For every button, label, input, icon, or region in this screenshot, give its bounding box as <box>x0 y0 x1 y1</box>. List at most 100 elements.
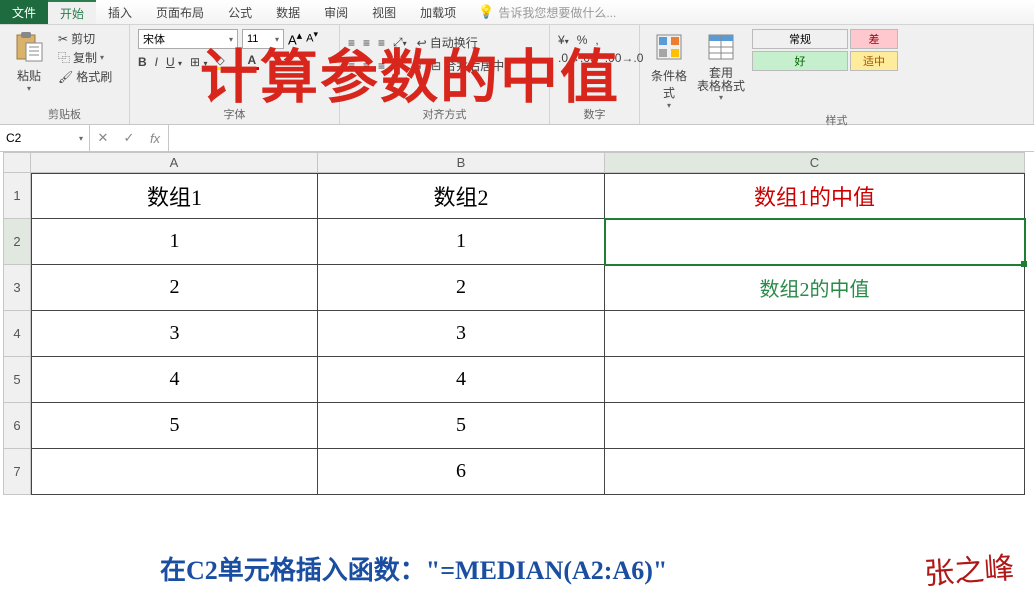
merge-icon: ⊟ <box>431 59 441 73</box>
tab-home[interactable]: 开始 <box>48 0 96 24</box>
fill-color-button[interactable]: ◇▾ <box>215 53 229 70</box>
cell-selected[interactable] <box>605 219 1025 265</box>
fx-icon[interactable]: fx <box>142 131 168 146</box>
cell[interactable]: 6 <box>318 449 605 495</box>
tab-data[interactable]: 数据 <box>264 0 312 24</box>
cell[interactable]: 3 <box>31 311 318 357</box>
accept-formula-icon[interactable]: ✓ <box>116 130 142 146</box>
cell[interactable]: 5 <box>318 403 605 449</box>
cell[interactable]: 数组2的中值 <box>605 265 1025 311</box>
comma-icon[interactable]: , <box>595 33 598 47</box>
cell[interactable] <box>31 449 318 495</box>
align-bottom-icon[interactable]: ≡ <box>378 36 385 50</box>
font-size-select[interactable]: 11▾ <box>242 29 284 49</box>
row-header[interactable]: 3 <box>3 265 31 311</box>
inc-decimal-icon[interactable]: .0→.00 <box>558 51 597 65</box>
row-header[interactable]: 6 <box>3 403 31 449</box>
cell[interactable]: 3 <box>318 311 605 357</box>
copy-icon: ⿻ <box>58 49 70 66</box>
italic-button[interactable]: I <box>155 55 158 69</box>
style-bad[interactable]: 差 <box>850 29 898 49</box>
border-button[interactable]: ⊞ ▾ <box>190 55 207 69</box>
cell[interactable]: 数组1 <box>31 173 318 219</box>
row-header[interactable]: 5 <box>3 357 31 403</box>
cell[interactable] <box>605 357 1025 403</box>
indent-inc-icon[interactable]: ⇥ <box>411 59 421 73</box>
align-left-icon[interactable]: ≡ <box>348 59 355 73</box>
tab-formula[interactable]: 公式 <box>216 0 264 24</box>
brush-icon: 🖌 <box>58 70 73 84</box>
name-box[interactable]: C2▾ <box>0 125 90 151</box>
tell-me[interactable]: 💡告诉我您想要做什么... <box>468 0 1034 24</box>
cell[interactable]: 数组2 <box>318 173 605 219</box>
cancel-formula-icon[interactable]: ✕ <box>90 130 116 146</box>
copy-button[interactable]: ⿻复制▾ <box>56 48 114 67</box>
bold-button[interactable]: B <box>138 55 147 69</box>
cond-format-icon <box>651 29 687 65</box>
row-header[interactable]: 7 <box>3 449 31 495</box>
group-clipboard: 粘贴▾ ✂剪切 ⿻复制▾ 🖌格式刷 剪贴板 <box>0 25 130 124</box>
style-normal[interactable]: 常规 <box>752 29 848 49</box>
align-right-icon[interactable]: ≡ <box>378 59 385 73</box>
group-label: 样式 <box>648 112 1025 128</box>
tab-review[interactable]: 审阅 <box>312 0 360 24</box>
bulb-icon: 💡 <box>478 4 494 20</box>
col-header-A[interactable]: A <box>31 152 318 173</box>
currency-icon[interactable]: ¥▾ <box>558 33 569 47</box>
percent-icon[interactable]: % <box>577 33 588 47</box>
worksheet: A B C 1 数组1 数组2 数组1的中值 2 1 1 3 2 2 数组2的中… <box>3 152 1031 532</box>
tab-layout[interactable]: 页面布局 <box>144 0 216 24</box>
tab-view[interactable]: 视图 <box>360 0 408 24</box>
cell[interactable]: 1 <box>31 219 318 265</box>
cell[interactable]: 数组1的中值 <box>605 173 1025 219</box>
cell[interactable] <box>605 403 1025 449</box>
paste-icon <box>11 29 47 65</box>
tab-file[interactable]: 文件 <box>0 0 48 24</box>
font-name-select[interactable]: 宋体▾ <box>138 29 238 49</box>
cut-button[interactable]: ✂剪切 <box>56 29 114 48</box>
group-font: 宋体▾ 11▾ A▴ A▾ B I U ▾ ⊞ ▾ ◇▾ A▾ 字体 <box>130 25 340 124</box>
row-header[interactable]: 1 <box>3 173 31 219</box>
underline-button[interactable]: U ▾ <box>166 55 182 69</box>
cell[interactable]: 4 <box>318 357 605 403</box>
formula-input[interactable] <box>169 125 1034 151</box>
cell[interactable]: 5 <box>31 403 318 449</box>
align-top-icon[interactable]: ≡ <box>348 36 355 50</box>
tab-insert[interactable]: 插入 <box>96 0 144 24</box>
font-color-button[interactable]: A▾ <box>247 53 259 70</box>
col-header-B[interactable]: B <box>318 152 605 173</box>
cell[interactable]: 2 <box>318 265 605 311</box>
dec-decimal-icon[interactable]: .00→.0 <box>605 51 644 65</box>
select-all-corner[interactable] <box>3 152 31 173</box>
align-middle-icon[interactable]: ≡ <box>363 36 370 50</box>
bucket-icon: ◇ <box>215 53 224 67</box>
merge-center-button[interactable]: ⊟合并后居中▾ <box>429 56 513 75</box>
format-painter-button[interactable]: 🖌格式刷 <box>56 67 114 86</box>
format-as-table-button[interactable]: 套用 表格格式▾ <box>696 29 746 102</box>
wrap-icon: ↩ <box>417 36 427 50</box>
cell[interactable]: 4 <box>31 357 318 403</box>
group-number: ¥▾%, .0→.00.00→.0 数字 <box>550 25 640 124</box>
indent-dec-icon[interactable]: ⇤ <box>393 59 403 73</box>
overlay-signature: 张之峰 <box>923 543 1016 593</box>
row-header[interactable]: 4 <box>3 311 31 357</box>
cell[interactable]: 1 <box>318 219 605 265</box>
increase-font-icon[interactable]: A▴ <box>288 29 302 49</box>
wrap-text-button[interactable]: ↩自动换行 <box>415 33 480 52</box>
cell[interactable] <box>605 449 1025 495</box>
cell[interactable]: 2 <box>31 265 318 311</box>
row-header[interactable]: 2 <box>3 219 31 265</box>
cell[interactable] <box>605 311 1025 357</box>
col-header-C[interactable]: C <box>605 152 1025 173</box>
style-neutral[interactable]: 适中 <box>850 51 898 71</box>
overlay-formula: 在C2单元格插入函数："=MEDIAN(A2:A6)" <box>160 550 667 587</box>
align-center-icon[interactable]: ≡ <box>363 59 370 73</box>
table-format-icon <box>703 29 739 65</box>
group-styles: 条件格式▾ 套用 表格格式▾ 常规 差 好 适中 样式 <box>640 25 1034 124</box>
style-good[interactable]: 好 <box>752 51 848 71</box>
conditional-format-button[interactable]: 条件格式▾ <box>648 29 690 110</box>
tab-addin[interactable]: 加载项 <box>408 0 468 24</box>
paste-button[interactable]: 粘贴▾ <box>8 29 50 93</box>
orientation-icon[interactable]: ⤢▾ <box>393 35 407 50</box>
decrease-font-icon[interactable]: A▾ <box>306 29 318 49</box>
